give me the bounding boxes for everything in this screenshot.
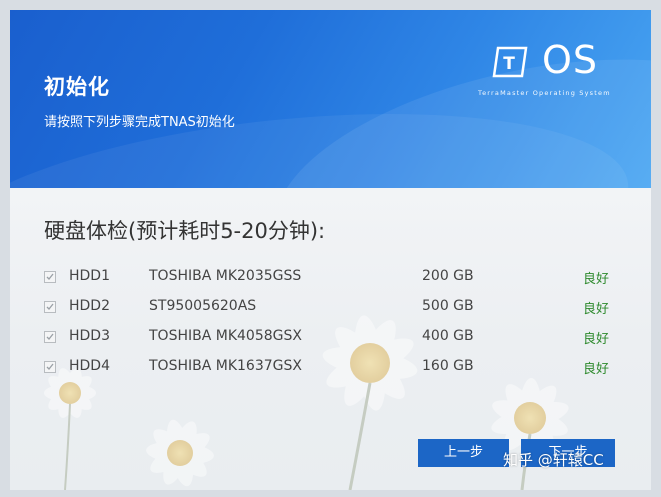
wizard-header: 初始化 请按照下列步骤完成TNAS初始化 T OS TerraMaster Op…	[10, 10, 651, 188]
disk-status: 良好	[583, 272, 610, 287]
check-icon	[46, 333, 54, 340]
disk-name: HDD2	[69, 298, 110, 314]
check-icon	[46, 363, 54, 370]
disk-model: TOSHIBA MK1637GSX	[149, 358, 302, 374]
disk-model: ST95005620AS	[149, 298, 257, 314]
disk-size: 500 GB	[422, 298, 474, 314]
disk-status: 良好	[583, 362, 610, 377]
page-subtitle: 请按照下列步骤完成TNAS初始化	[44, 115, 235, 130]
prev-step-button[interactable]: 上一步	[418, 439, 509, 467]
disk-checkbox[interactable]	[44, 301, 56, 313]
tos-logo: T OS TerraMaster Operating System	[478, 38, 622, 100]
disk-checkbox[interactable]	[44, 271, 56, 283]
disk-model: TOSHIBA MK2035GSS	[149, 268, 302, 284]
wizard-body: 硬盘体检(预计耗时5-20分钟): HDD1 TOSHIBA MK2035GSS…	[10, 188, 651, 490]
logo-letter: T	[503, 54, 515, 74]
watermark-text: 知乎 @轩辕CC	[503, 451, 604, 469]
check-icon	[46, 273, 54, 280]
logo-tagline: TerraMaster Operating System	[478, 89, 611, 97]
disk-checkbox[interactable]	[44, 361, 56, 373]
tos-logo-icon: T	[492, 44, 528, 78]
disk-checkbox[interactable]	[44, 331, 56, 343]
disk-model: TOSHIBA MK4058GSX	[149, 328, 302, 344]
disk-size: 160 GB	[422, 358, 474, 374]
check-icon	[46, 303, 54, 310]
disk-size: 200 GB	[422, 268, 474, 284]
disk-check-title: 硬盘体检(预计耗时5-20分钟):	[44, 219, 326, 243]
disk-name: HDD1	[69, 268, 110, 284]
page-title: 初始化	[44, 75, 110, 99]
logo-text: OS	[542, 38, 599, 82]
disk-size: 400 GB	[422, 328, 474, 344]
init-wizard-window: 初始化 请按照下列步骤完成TNAS初始化 T OS TerraMaster Op…	[10, 10, 651, 490]
disk-status: 良好	[583, 302, 610, 317]
disk-name: HDD4	[69, 358, 110, 374]
disk-name: HDD3	[69, 328, 110, 344]
disk-status: 良好	[583, 332, 610, 347]
